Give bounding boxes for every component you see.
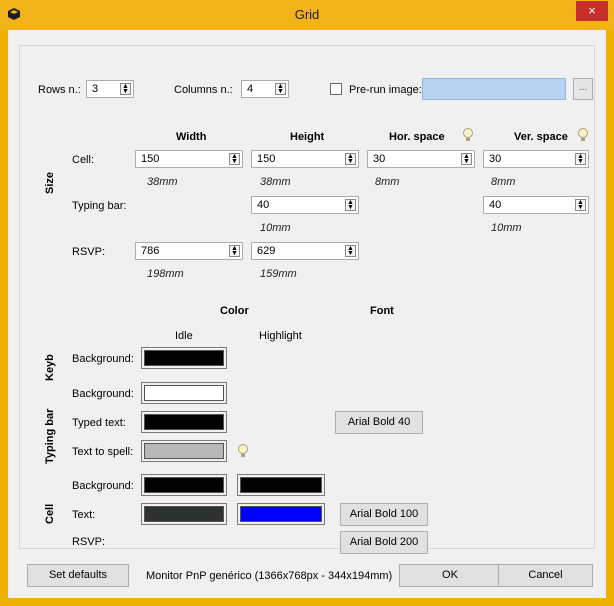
size-section-label: Size — [44, 171, 56, 194]
header-height: Height — [290, 131, 325, 143]
rsvp-width-stepper-icon[interactable]: ▲ ▼ — [229, 245, 240, 257]
cell-text-highlight-swatch[interactable] — [237, 503, 325, 525]
typing-bar-background-label: Background: — [72, 388, 134, 400]
set-defaults-button[interactable]: Set defaults — [27, 564, 129, 587]
rsvp-height-stepper-icon[interactable]: ▲ ▼ — [345, 245, 356, 257]
typing-bar-height-mm: 10mm — [260, 222, 291, 234]
columns-stepper-icon[interactable]: ▲ ▼ — [275, 83, 286, 95]
cell-text-idle-fill — [144, 506, 224, 522]
cell-text-idle-swatch[interactable] — [141, 503, 227, 525]
rows-label: Rows n.: — [38, 84, 81, 96]
typing-bar-height-value: 40 — [257, 199, 270, 211]
font-header: Font — [370, 305, 394, 317]
text-to-spell-idle-fill — [144, 443, 224, 459]
rows-value: 3 — [92, 83, 99, 95]
cell-vspace-mm: 8mm — [491, 176, 516, 188]
typing-bar-size-label: Typing bar: — [72, 200, 127, 212]
title-bar[interactable]: Grid × — [0, 0, 614, 30]
typing-bar-background-idle-fill — [144, 385, 224, 401]
cell-width-stepper-icon[interactable]: ▲ ▼ — [229, 153, 240, 165]
settings-group: Rows n.: 3 ▲ ▼ Columns n.: 4 ▲ ▼ Pre-run i… — [19, 45, 595, 554]
typed-text-idle-fill — [144, 414, 224, 430]
rows-spinbox[interactable]: 3 ▲ ▼ — [86, 80, 134, 98]
cell-text-highlight-fill — [240, 506, 322, 522]
header-width: Width — [176, 131, 207, 143]
cell-text-font-button[interactable]: Arial Bold 100 — [340, 503, 428, 526]
rsvp-font-button[interactable]: Arial Bold 200 — [340, 531, 428, 554]
typing-bar-vspace-stepper-icon[interactable]: ▲ ▼ — [575, 199, 586, 211]
prerun-label: Pre-run image: — [349, 84, 422, 96]
cell-background-idle-swatch[interactable] — [141, 474, 227, 496]
vspace-hint-bulb-icon[interactable] — [577, 127, 589, 143]
rsvp-width-value: 786 — [141, 245, 160, 257]
rsvp-font-label: RSVP: — [72, 536, 106, 548]
typing-bar-vspace-spinbox[interactable]: 40 ▲ ▼ — [483, 196, 589, 214]
columns-value: 4 — [247, 83, 254, 95]
keyb-background-label: Background: — [72, 353, 134, 365]
typing-bar-height-spinbox[interactable]: 40 ▲ ▼ — [251, 196, 359, 214]
prerun-checkbox[interactable] — [330, 83, 342, 95]
keyb-section-label: Keyb — [44, 354, 56, 381]
cell-vspace-value: 30 — [489, 153, 502, 165]
monitor-info: Monitor PnP genérico (1366x768px - 344x1… — [146, 570, 393, 582]
color-header: Color — [220, 305, 249, 317]
cell-text-label: Text: — [72, 509, 96, 521]
cell-size-label: Cell: — [72, 154, 95, 166]
dialog-body: Rows n.: 3 ▲ ▼ Columns n.: 4 ▲ ▼ Pre-run i… — [8, 30, 606, 598]
typing-bar-section-label: Typing bar — [44, 408, 56, 464]
window-title: Grid — [294, 7, 320, 22]
close-button[interactable]: × — [576, 1, 608, 21]
highlight-header: Highlight — [259, 330, 302, 342]
keyb-background-idle-fill — [144, 350, 224, 366]
text-to-spell-hint-bulb-icon[interactable] — [237, 443, 249, 459]
rsvp-size-label: RSVP: — [72, 246, 106, 258]
idle-header: Idle — [175, 330, 193, 342]
rows-stepper-icon[interactable]: ▲ ▼ — [120, 83, 131, 95]
typing-bar-height-stepper-icon[interactable]: ▲ ▼ — [345, 199, 356, 211]
cell-height-stepper-icon[interactable]: ▲ ▼ — [345, 153, 356, 165]
cell-hspace-value: 30 — [373, 153, 386, 165]
rsvp-height-spinbox[interactable]: 629 ▲ ▼ — [251, 242, 359, 260]
rsvp-width-spinbox[interactable]: 786 ▲ ▼ — [135, 242, 243, 260]
cell-background-highlight-swatch[interactable] — [237, 474, 325, 496]
ok-button[interactable]: OK — [399, 564, 501, 587]
cell-height-mm: 38mm — [260, 176, 291, 188]
rsvp-width-mm: 198mm — [147, 268, 184, 280]
rsvp-height-mm: 159mm — [260, 268, 297, 280]
cell-height-spinbox[interactable]: 150 ▲ ▼ — [251, 150, 359, 168]
typed-text-font-button[interactable]: Arial Bold 40 — [335, 411, 423, 434]
cell-hspace-stepper-icon[interactable]: ▲ ▼ — [461, 153, 472, 165]
typing-bar-vspace-value: 40 — [489, 199, 502, 211]
text-to-spell-label: Text to spell: — [72, 446, 134, 458]
columns-label: Columns n.: — [174, 84, 233, 96]
keyb-background-idle-swatch[interactable] — [141, 347, 227, 369]
cell-background-highlight-fill — [240, 477, 322, 493]
header-ver-space: Ver. space — [514, 131, 568, 143]
cell-background-idle-fill — [144, 477, 224, 493]
typed-text-idle-swatch[interactable] — [141, 411, 227, 433]
browse-button[interactable]: ... — [573, 78, 593, 100]
cell-hspace-mm: 8mm — [375, 176, 400, 188]
cell-hspace-spinbox[interactable]: 30 ▲ ▼ — [367, 150, 475, 168]
columns-spinbox[interactable]: 4 ▲ ▼ — [241, 80, 289, 98]
typed-text-label: Typed text: — [72, 417, 126, 429]
header-hor-space: Hor. space — [389, 131, 445, 143]
cell-width-value: 150 — [141, 153, 160, 165]
grid-window: Grid × Rows n.: 3 ▲ ▼ Columns n.: 4 ▲ ▼ Pr… — [0, 0, 614, 606]
text-to-spell-idle-swatch[interactable] — [141, 440, 227, 462]
prerun-image-path[interactable] — [422, 78, 566, 100]
hspace-hint-bulb-icon[interactable] — [462, 127, 474, 143]
cancel-button[interactable]: Cancel — [498, 564, 593, 587]
cell-section-label: Cell — [44, 503, 56, 524]
cell-vspace-spinbox[interactable]: 30 ▲ ▼ — [483, 150, 589, 168]
typing-bar-background-idle-swatch[interactable] — [141, 382, 227, 404]
cell-background-label: Background: — [72, 480, 134, 492]
cell-vspace-stepper-icon[interactable]: ▲ ▼ — [575, 153, 586, 165]
rsvp-height-value: 629 — [257, 245, 276, 257]
cell-width-spinbox[interactable]: 150 ▲ ▼ — [135, 150, 243, 168]
cell-height-value: 150 — [257, 153, 276, 165]
typing-bar-vspace-mm: 10mm — [491, 222, 522, 234]
cell-width-mm: 38mm — [147, 176, 178, 188]
